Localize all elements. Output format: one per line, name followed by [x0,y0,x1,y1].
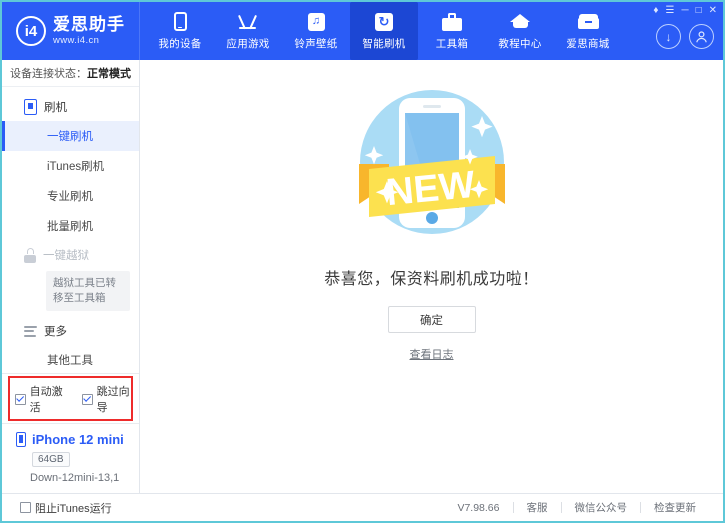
connection-status-label: 设备连接状态： [10,65,87,81]
appstore-icon [237,12,259,32]
block-itunes-checkbox[interactable] [20,502,31,513]
sidebar-item-other-tools[interactable]: 其他工具 [2,345,139,365]
option-auto-activate[interactable]: 自动激活 [15,383,72,415]
menu-icon[interactable]: ☰ [666,6,675,16]
device-name: iPhone 12 mini [32,432,124,447]
sidebar-group-flash: 刷机 [2,93,139,121]
sidebar-group-jailbreak: 一键越狱 [2,241,139,269]
account-area: ↓ [656,24,714,49]
download-icon[interactable]: ↓ [656,24,681,49]
device-model: Down-12mini-13,1 [30,472,139,484]
nav-item-tutorial-center[interactable]: 教程中心 [486,2,554,60]
view-log-link[interactable]: 查看日志 [410,346,454,362]
nav-label: 应用游戏 [226,36,269,51]
nav-item-toolbox[interactable]: 工具箱 [418,2,486,60]
skip-setup-checkbox[interactable] [82,394,93,405]
flash-options: 自动激活 跳过向导 [2,374,139,423]
window-buttons: ♦ ☰ ─ □ ✕ [653,6,717,16]
status-bar: 阻止iTunes运行 V7.98.66 客服 微信公众号 检查更新 [2,493,723,521]
brand-logo-area: i4 爱思助手 www.i4.cn [2,2,140,60]
sidebar-group-label: 更多 [44,323,67,339]
minimize-icon[interactable]: ─ [681,6,688,16]
lock-icon [24,248,36,263]
sidebar-item-label: 其他工具 [47,352,93,365]
avatar-glyph [695,30,708,43]
i4-logo-icon: i4 [16,16,46,46]
phone-home-button [426,212,438,224]
nav-item-i4-store[interactable]: 爱思商城 [554,2,622,60]
user-avatar-icon[interactable] [689,24,714,49]
block-itunes-area: 阻止iTunes运行 [2,500,140,516]
connection-status-value: 正常模式 [87,65,131,81]
sidebar-item-label: 专业刷机 [47,188,93,204]
toolbox-icon [442,12,462,32]
sidebar-menu: 刷机 一键刷机 iTunes刷机 专业刷机 批量刷机 一键越狱 越狱工具已转移至… [2,87,139,365]
option-skip-setup[interactable]: 跳过向导 [82,383,139,415]
sidebar-item-label: 批量刷机 [47,218,93,234]
window-controls-area: ♦ ☰ ─ □ ✕ ↓ [627,2,723,60]
sidebar-item-batch-flash[interactable]: 批量刷机 [2,211,139,241]
brand-text: 爱思助手 www.i4.cn [53,16,125,46]
sidebar-group-label: 一键越狱 [43,247,89,263]
connection-status: 设备连接状态： 正常模式 [2,60,139,87]
nav-label: 爱思商城 [566,36,609,51]
list-icon [24,326,37,337]
brand-url: www.i4.cn [53,36,125,46]
new-phone-badge-illustration: NEW [341,76,523,251]
customer-service-link[interactable]: 客服 [514,500,561,515]
gift-icon[interactable]: ♦ [653,6,658,16]
connected-device-info[interactable]: iPhone 12 mini 64GB Down-12mini-13,1 [2,423,139,493]
sidebar-item-pro-flash[interactable]: 专业刷机 [2,181,139,211]
refresh-icon: ↻ [375,12,393,32]
option-label: 跳过向导 [97,383,139,415]
sidebar: 设备连接状态： 正常模式 刷机 一键刷机 iTunes刷机 专业刷机 批量刷机 [2,60,140,493]
sidebar-item-label: iTunes刷机 [47,158,104,174]
main-content: NEW 恭喜您，保资料刷机成功啦！ 确定 查看日志 [140,60,723,493]
illustration-svg: NEW [341,76,523,251]
check-update-link[interactable]: 检查更新 [641,500,709,515]
status-bar-links: V7.98.66 客服 微信公众号 检查更新 [140,500,723,515]
graduation-cap-icon [510,12,531,32]
nav-item-smart-flash[interactable]: ↻ 智能刷机 [350,2,418,60]
device-icon [174,12,187,32]
music-icon: ♫ [308,12,325,32]
application-window: i4 爱思助手 www.i4.cn 我的设备 应用游戏 ♫ 铃声壁纸 ↻ 智能刷 [0,0,725,523]
auto-activate-checkbox[interactable] [15,394,26,405]
success-message: 恭喜您，保资料刷机成功啦！ [324,265,539,289]
nav-label: 铃声壁纸 [294,36,337,51]
device-capacity-badge: 64GB [32,452,70,467]
brand-name: 爱思助手 [53,16,125,34]
nav-label: 教程中心 [498,36,541,51]
close-icon[interactable]: ✕ [709,6,717,16]
device-phone-icon [16,432,26,447]
nav-item-my-device[interactable]: 我的设备 [146,2,214,60]
confirm-button[interactable]: 确定 [388,306,476,333]
maximize-icon[interactable]: □ [696,6,702,16]
main-navigation: 我的设备 应用游戏 ♫ 铃声壁纸 ↻ 智能刷机 工具箱 教程中心 [140,2,627,60]
option-label: 自动激活 [30,383,72,415]
device-name-row: iPhone 12 mini [16,432,139,447]
phone-speaker [423,105,441,108]
shop-icon [578,12,599,32]
sidebar-item-label: 一键刷机 [47,128,93,144]
version-label: V7.98.66 [444,502,512,514]
nav-item-ringtones-wallpaper[interactable]: ♫ 铃声壁纸 [282,2,350,60]
title-bar: i4 爱思助手 www.i4.cn 我的设备 应用游戏 ♫ 铃声壁纸 ↻ 智能刷 [2,2,723,60]
ribbon-text: NEW [384,164,476,214]
wechat-link[interactable]: 微信公众号 [562,500,641,515]
sidebar-group-label: 刷机 [44,99,67,115]
option-label: 阻止iTunes运行 [35,500,112,516]
sidebar-group-more: 更多 [2,317,139,345]
sidebar-item-itunes-flash[interactable]: iTunes刷机 [2,151,139,181]
nav-label: 我的设备 [158,36,201,51]
jailbreak-tooltip: 越狱工具已转移至工具箱 [46,271,130,311]
nav-label: 工具箱 [436,36,468,51]
nav-label: 智能刷机 [362,36,405,51]
flash-phone-icon [24,99,37,115]
option-block-itunes[interactable]: 阻止iTunes运行 [20,500,140,516]
sidebar-item-one-key-flash[interactable]: 一键刷机 [2,121,139,151]
nav-item-apps-games[interactable]: 应用游戏 [214,2,282,60]
